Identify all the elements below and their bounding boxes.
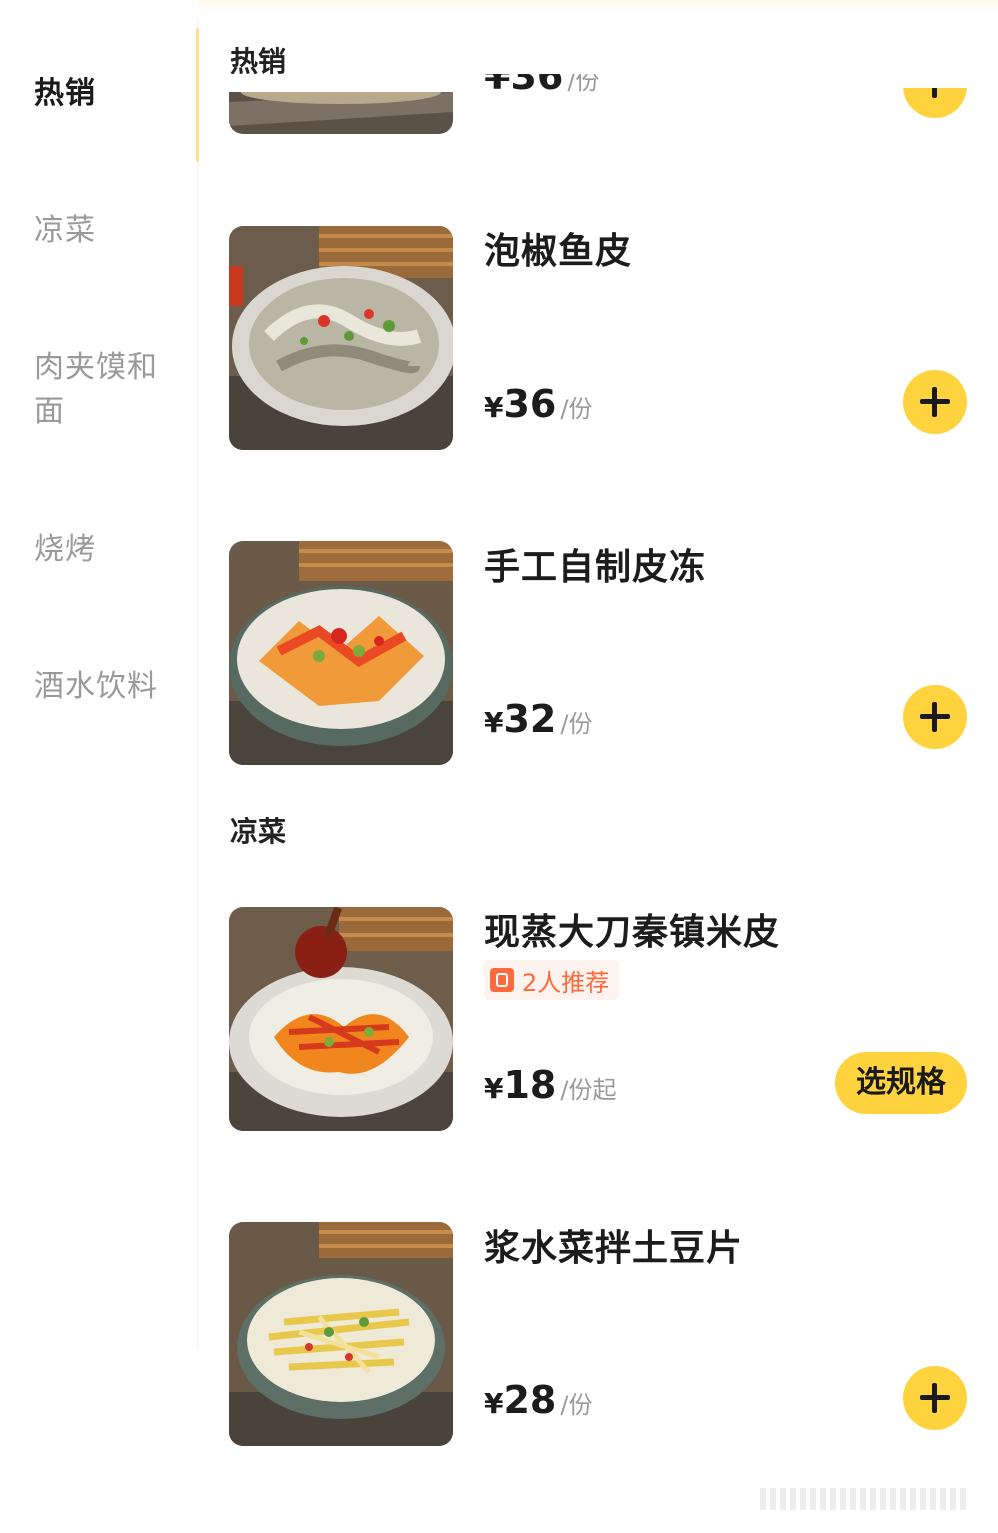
add-button[interactable] [903, 685, 967, 749]
dish-image-partial[interactable] [229, 92, 453, 134]
partial-price: ¥36/份 [484, 74, 600, 98]
section-title-cold: 凉菜 [230, 815, 287, 848]
plus-icon [932, 88, 937, 98]
dish-price: ¥28/份 [484, 1378, 593, 1422]
add-button[interactable] [903, 1366, 967, 1430]
sidebar-item-drinks[interactable]: 酒水饮料 [34, 665, 174, 709]
dish-price: ¥36/份 [484, 382, 593, 426]
category-sidebar: 热销 凉菜 肉夹馍和面 烧烤 酒水饮料 [0, 0, 198, 1533]
recommend-icon [490, 968, 514, 992]
dish-image[interactable] [229, 907, 453, 1131]
sidebar-divider [197, 20, 198, 1350]
dish-image[interactable] [229, 226, 453, 450]
sidebar-item-hot[interactable]: 热销 [34, 72, 174, 116]
dish-name: 浆水菜拌土豆片 [484, 1228, 744, 1269]
dish-price: ¥32/份 [484, 697, 593, 741]
section-title-hot: 热销 [230, 45, 287, 78]
dish-image[interactable] [229, 541, 453, 765]
dish-name: 现蒸大刀秦镇米皮 [484, 912, 781, 953]
sidebar-item-roujiamo[interactable]: 肉夹馍和面 [34, 346, 164, 434]
recommend-badge: 2人推荐 [484, 960, 620, 1000]
add-button[interactable] [903, 370, 967, 434]
dish-price: ¥18/份起 [484, 1063, 617, 1107]
dish-name: 手工自制皮冻 [484, 547, 707, 588]
select-spec-button[interactable]: 选规格 [835, 1052, 967, 1114]
sidebar-item-cold[interactable]: 凉菜 [34, 209, 174, 253]
add-button-partial[interactable] [903, 88, 967, 118]
dish-name: 泡椒鱼皮 [484, 231, 633, 272]
active-indicator [196, 28, 199, 162]
dish-image[interactable] [229, 1222, 453, 1446]
watermark [760, 1488, 970, 1510]
sidebar-item-bbq[interactable]: 烧烤 [34, 528, 174, 572]
